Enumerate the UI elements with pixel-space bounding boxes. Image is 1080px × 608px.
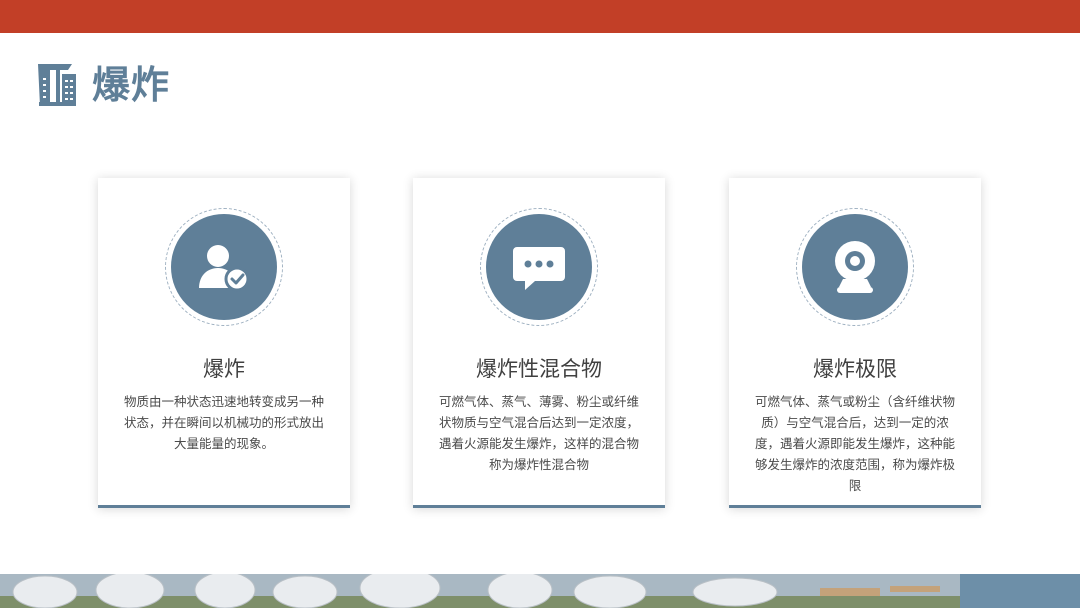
icon-ring <box>796 208 914 326</box>
card-description: 可燃气体、蒸气或粉尘（含纤维状物质）与空气混合后，达到一定的浓度，遇着火源即能发… <box>754 394 955 493</box>
icon-disc <box>802 214 908 320</box>
page-title: 爆炸 <box>92 63 171 107</box>
card-title: 爆炸极限 <box>813 357 897 381</box>
icon-disc <box>486 214 592 320</box>
user-check-icon <box>199 245 250 292</box>
card-title: 爆炸性混合物 <box>476 357 602 381</box>
card-explosion: 爆炸 物质由一种状态迅速地转变成另一种状态，并在瞬间以机械功的形式放出大量能量的… <box>98 178 350 508</box>
icon-disc <box>171 214 277 320</box>
top-bar <box>0 0 1080 33</box>
factory-logo-icon <box>38 64 76 106</box>
card-description: 物质由一种状态迅速地转变成另一种状态，并在瞬间以机械功的形式放出大量能量的现象。 <box>123 394 324 451</box>
card-explosion-limit: 爆炸极限 可燃气体、蒸气或粉尘（含纤维状物质）与空气混合后，达到一定的浓度，遇着… <box>729 178 981 508</box>
industrial-storage-tanks-photo <box>0 574 1080 608</box>
card-description: 可燃气体、蒸气、薄雾、粉尘或纤维状物质与空气混合后达到一定浓度，遇着火源能发生爆… <box>438 394 639 472</box>
icon-ring <box>480 208 598 326</box>
icon-ring <box>165 208 283 326</box>
card-explosive-mixture: 爆炸性混合物 可燃气体、蒸气、薄雾、粉尘或纤维状物质与空气混合后达到一定浓度，遇… <box>413 178 665 508</box>
webcam-icon <box>835 241 875 293</box>
chat-bubble-icon <box>513 247 565 290</box>
card-title: 爆炸 <box>203 357 245 381</box>
